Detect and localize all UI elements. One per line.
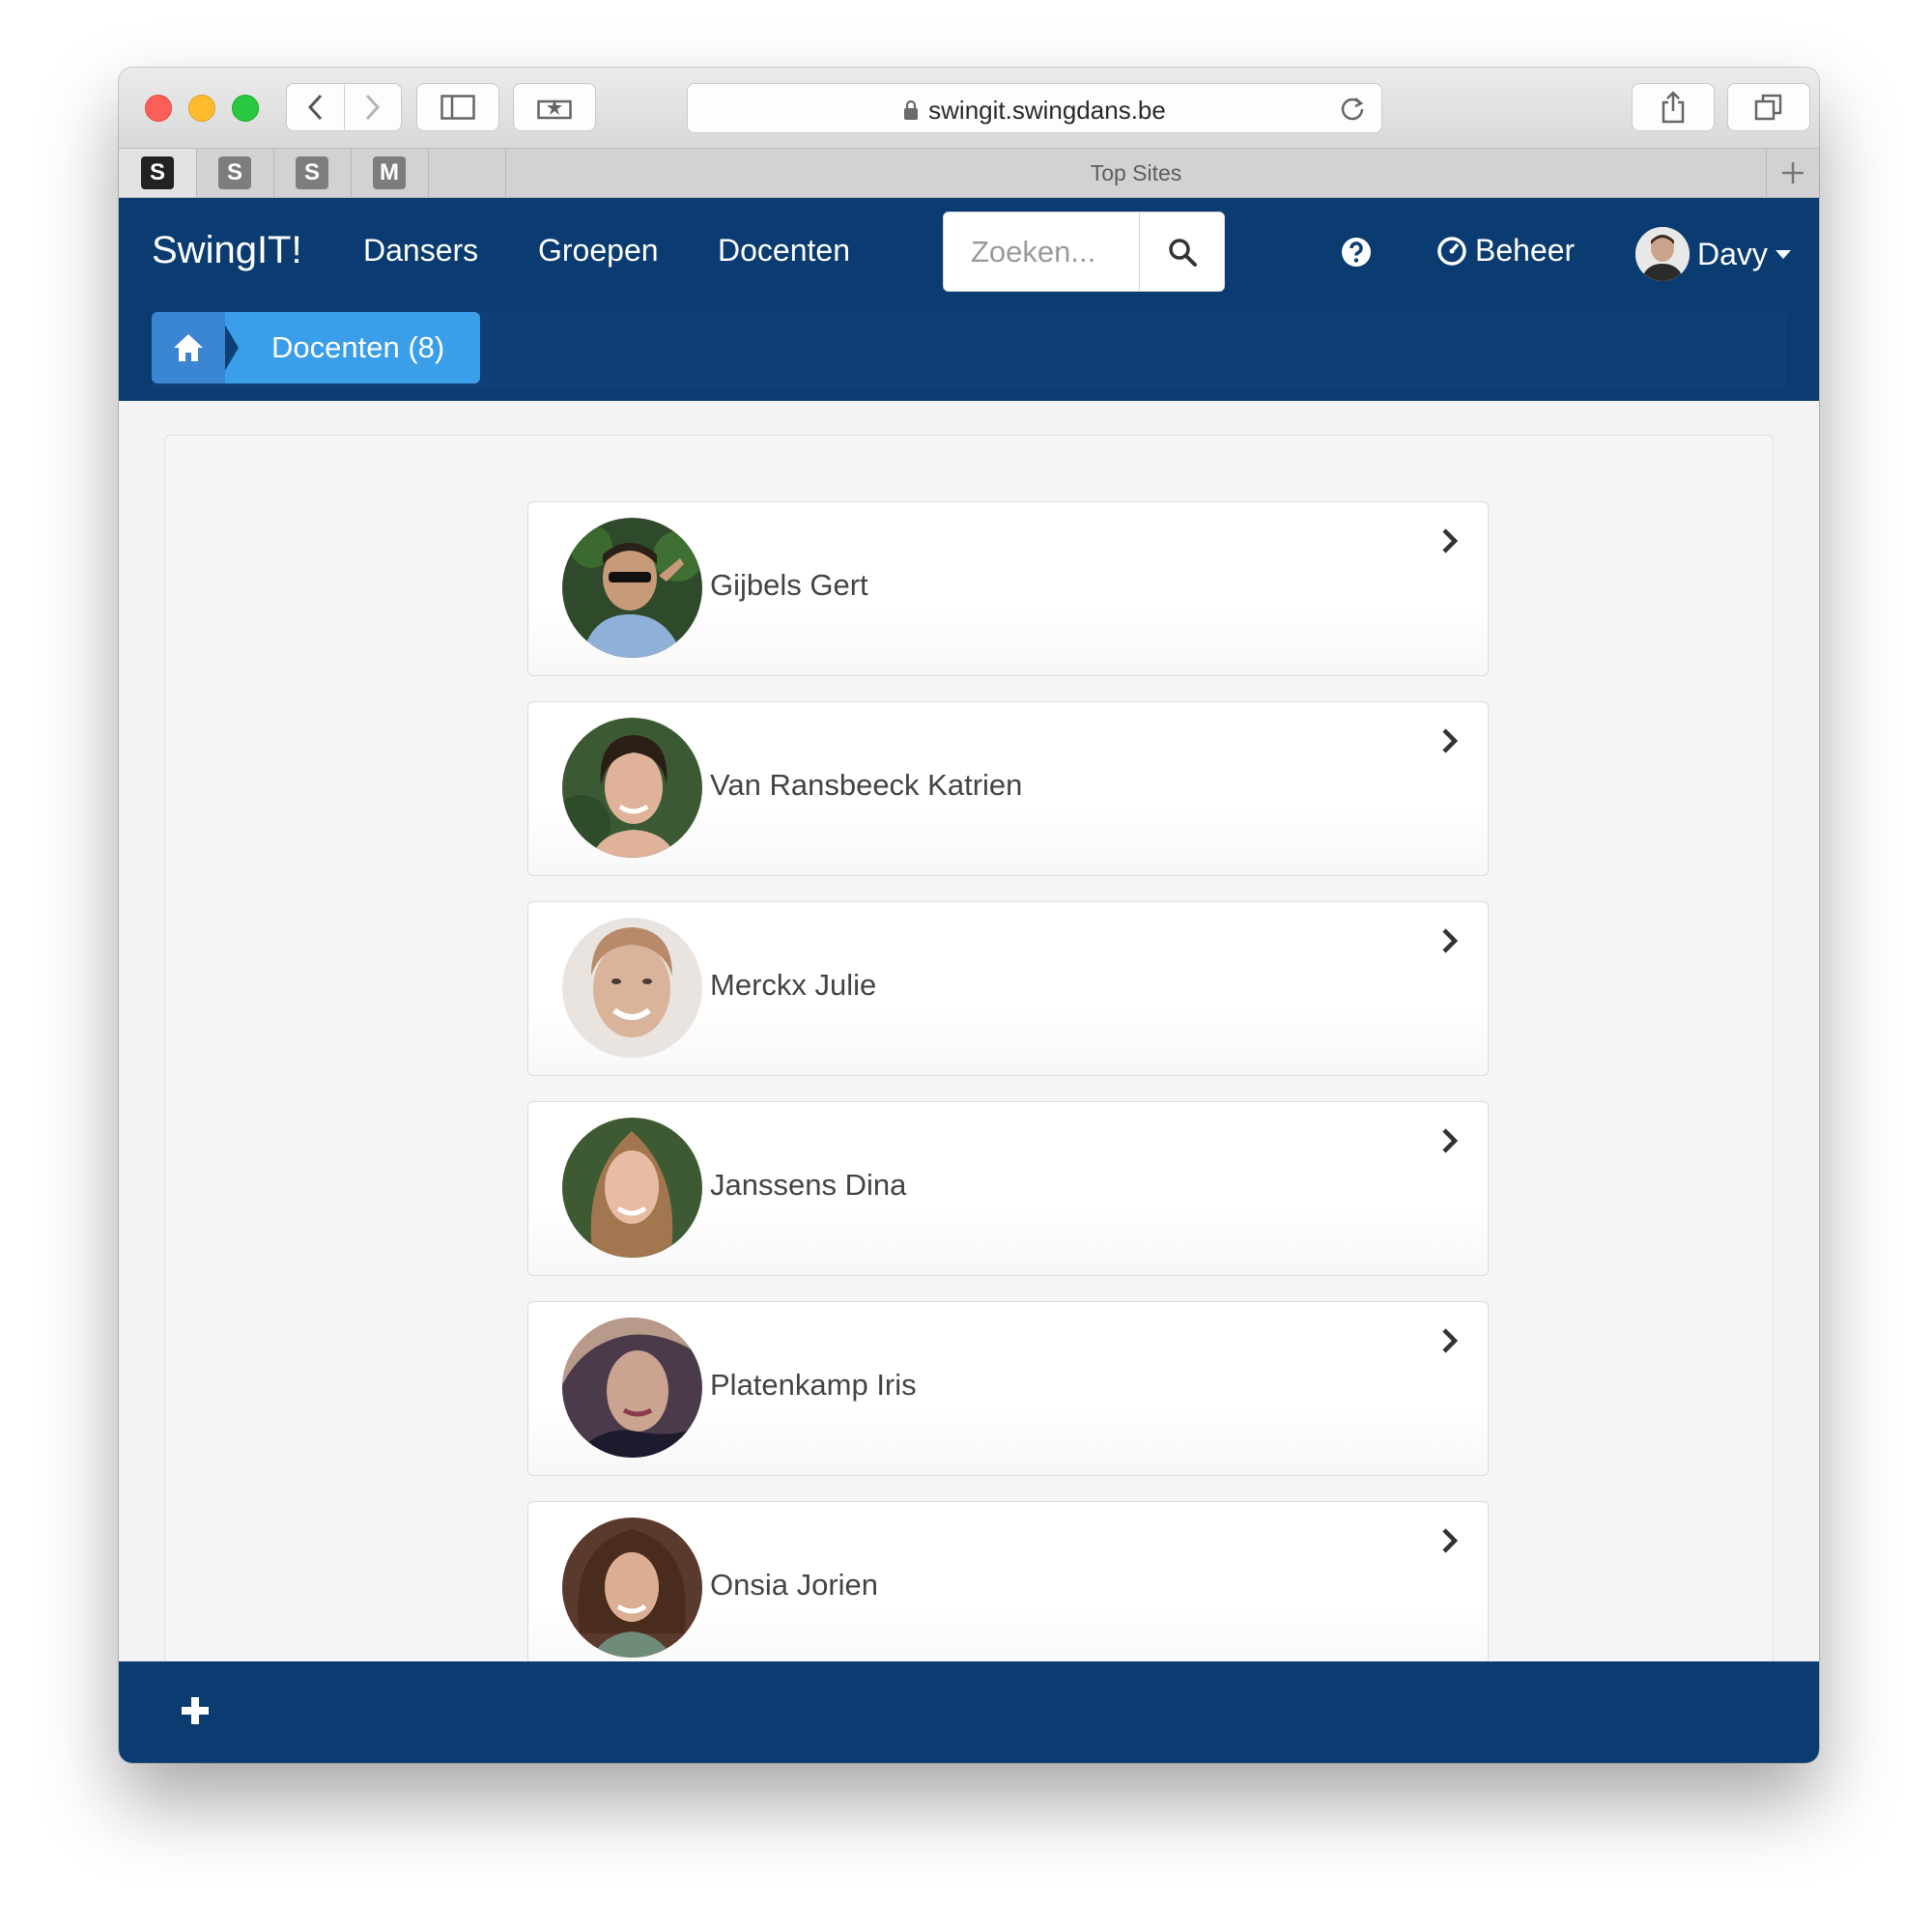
avatar <box>562 918 702 1058</box>
footer-action-bar <box>119 1661 1819 1763</box>
photo-face <box>593 941 670 1037</box>
chevron-right-icon[interactable] <box>1439 1327 1461 1359</box>
breadcrumb-current[interactable]: Docenten (8) <box>217 312 480 383</box>
sidebar-icon <box>440 95 475 120</box>
nav-link-docenten[interactable]: Docenten <box>718 233 850 269</box>
user-name: Davy <box>1697 236 1768 271</box>
back-button[interactable] <box>287 84 344 130</box>
favorite-icon: S <box>218 156 251 189</box>
dashboard-icon <box>1437 236 1466 266</box>
caret-down-icon <box>1775 249 1791 259</box>
top-sites-tab[interactable]: Top Sites <box>505 149 1767 197</box>
search-form <box>943 212 1225 292</box>
favorite-tab-2[interactable]: S <box>196 149 274 197</box>
browser-titlebar: swingit.swingdans.be <box>119 68 1819 149</box>
list-item[interactable]: Merckx Julie <box>527 901 1489 1076</box>
nav-link-groepen[interactable]: Groepen <box>538 233 659 269</box>
reload-icon <box>1341 98 1364 121</box>
brand-link[interactable]: SwingIT! <box>152 229 302 272</box>
avatar <box>1635 227 1690 281</box>
zoom-window-button[interactable] <box>232 95 259 122</box>
favorite-icon: S <box>141 156 174 189</box>
avatar <box>562 1518 702 1658</box>
question-circle-icon <box>1342 238 1371 267</box>
share-button[interactable] <box>1632 83 1715 131</box>
user-menu[interactable]: Davy <box>1635 227 1791 281</box>
favorite-empty-slot <box>428 149 506 197</box>
teacher-name: Van Ransbeeck Katrien <box>710 768 1023 802</box>
avatar <box>562 518 702 658</box>
teacher-list-panel: Gijbels Gert Van Ransbeeck Katrien Merck… <box>164 435 1774 1729</box>
url-text: swingit.swingdans.be <box>928 96 1166 125</box>
avatar <box>562 1118 702 1258</box>
favorite-tab-3[interactable]: S <box>273 149 352 197</box>
plus-icon <box>1782 162 1804 184</box>
history-nav-group <box>286 83 402 131</box>
lock-icon <box>903 98 919 128</box>
breadcrumb: Docenten (8) <box>152 312 1786 389</box>
favorites-bar: S S S M Top Sites <box>119 149 1819 198</box>
browser-window: swingit.swingdans.be S S S M Top Sites S… <box>119 68 1819 1763</box>
teacher-name: Merckx Julie <box>710 968 877 1002</box>
sidebar-button[interactable] <box>416 83 499 131</box>
home-icon <box>174 334 203 361</box>
add-teacher-button[interactable] <box>181 1696 210 1730</box>
teacher-name: Janssens Dina <box>710 1168 907 1202</box>
list-item[interactable]: Janssens Dina <box>527 1101 1489 1276</box>
forward-button[interactable] <box>343 84 402 130</box>
list-item[interactable]: Onsia Jorien <box>527 1501 1489 1676</box>
favorite-icon: S <box>296 156 328 189</box>
favorite-tab-4[interactable]: M <box>351 149 429 197</box>
chevron-left-icon <box>308 94 323 121</box>
list-item[interactable]: Platenkamp Iris <box>527 1301 1489 1476</box>
chevron-right-icon[interactable] <box>1439 1527 1461 1559</box>
share-icon <box>1662 91 1685 124</box>
new-tab-button[interactable] <box>1766 149 1819 197</box>
favorite-tab-1[interactable]: S <box>119 149 197 197</box>
chevron-right-icon[interactable] <box>1439 1127 1461 1159</box>
teacher-name: Platenkamp Iris <box>710 1368 917 1402</box>
search-input[interactable] <box>944 213 1142 291</box>
beheer-label: Beheer <box>1475 233 1576 268</box>
teacher-name: Gijbels Gert <box>710 568 868 602</box>
tab-overview-button[interactable] <box>1727 83 1810 131</box>
plus-icon <box>182 1697 209 1724</box>
list-item[interactable]: Gijbels Gert <box>527 501 1489 676</box>
list-item[interactable]: Van Ransbeeck Katrien <box>527 701 1489 876</box>
app-navbar: SwingIT! Dansers Groepen Docenten Beheer… <box>119 198 1819 401</box>
reload-button[interactable] <box>1339 96 1366 128</box>
beheer-link[interactable]: Beheer <box>1436 233 1575 269</box>
help-button[interactable] <box>1341 237 1372 272</box>
close-window-button[interactable] <box>145 95 172 122</box>
star-box-icon <box>537 99 572 120</box>
chevron-right-icon[interactable] <box>1439 927 1461 959</box>
top-sites-button[interactable] <box>513 83 596 131</box>
avatar <box>562 718 702 858</box>
breadcrumb-home[interactable] <box>152 312 225 383</box>
chevron-right-icon[interactable] <box>1439 527 1461 559</box>
chevron-right-icon[interactable] <box>1439 727 1461 759</box>
avatar <box>562 1318 702 1458</box>
teacher-name: Onsia Jorien <box>710 1568 879 1602</box>
tabs-icon <box>1754 94 1782 121</box>
favorite-icon: M <box>373 156 406 189</box>
address-bar[interactable]: swingit.swingdans.be <box>687 83 1382 133</box>
search-button[interactable] <box>1139 213 1224 291</box>
chevron-right-icon <box>365 94 380 121</box>
url-display: swingit.swingdans.be <box>688 96 1381 128</box>
nav-link-dansers[interactable]: Dansers <box>363 233 478 269</box>
search-icon <box>1168 238 1197 267</box>
minimize-window-button[interactable] <box>188 95 215 122</box>
